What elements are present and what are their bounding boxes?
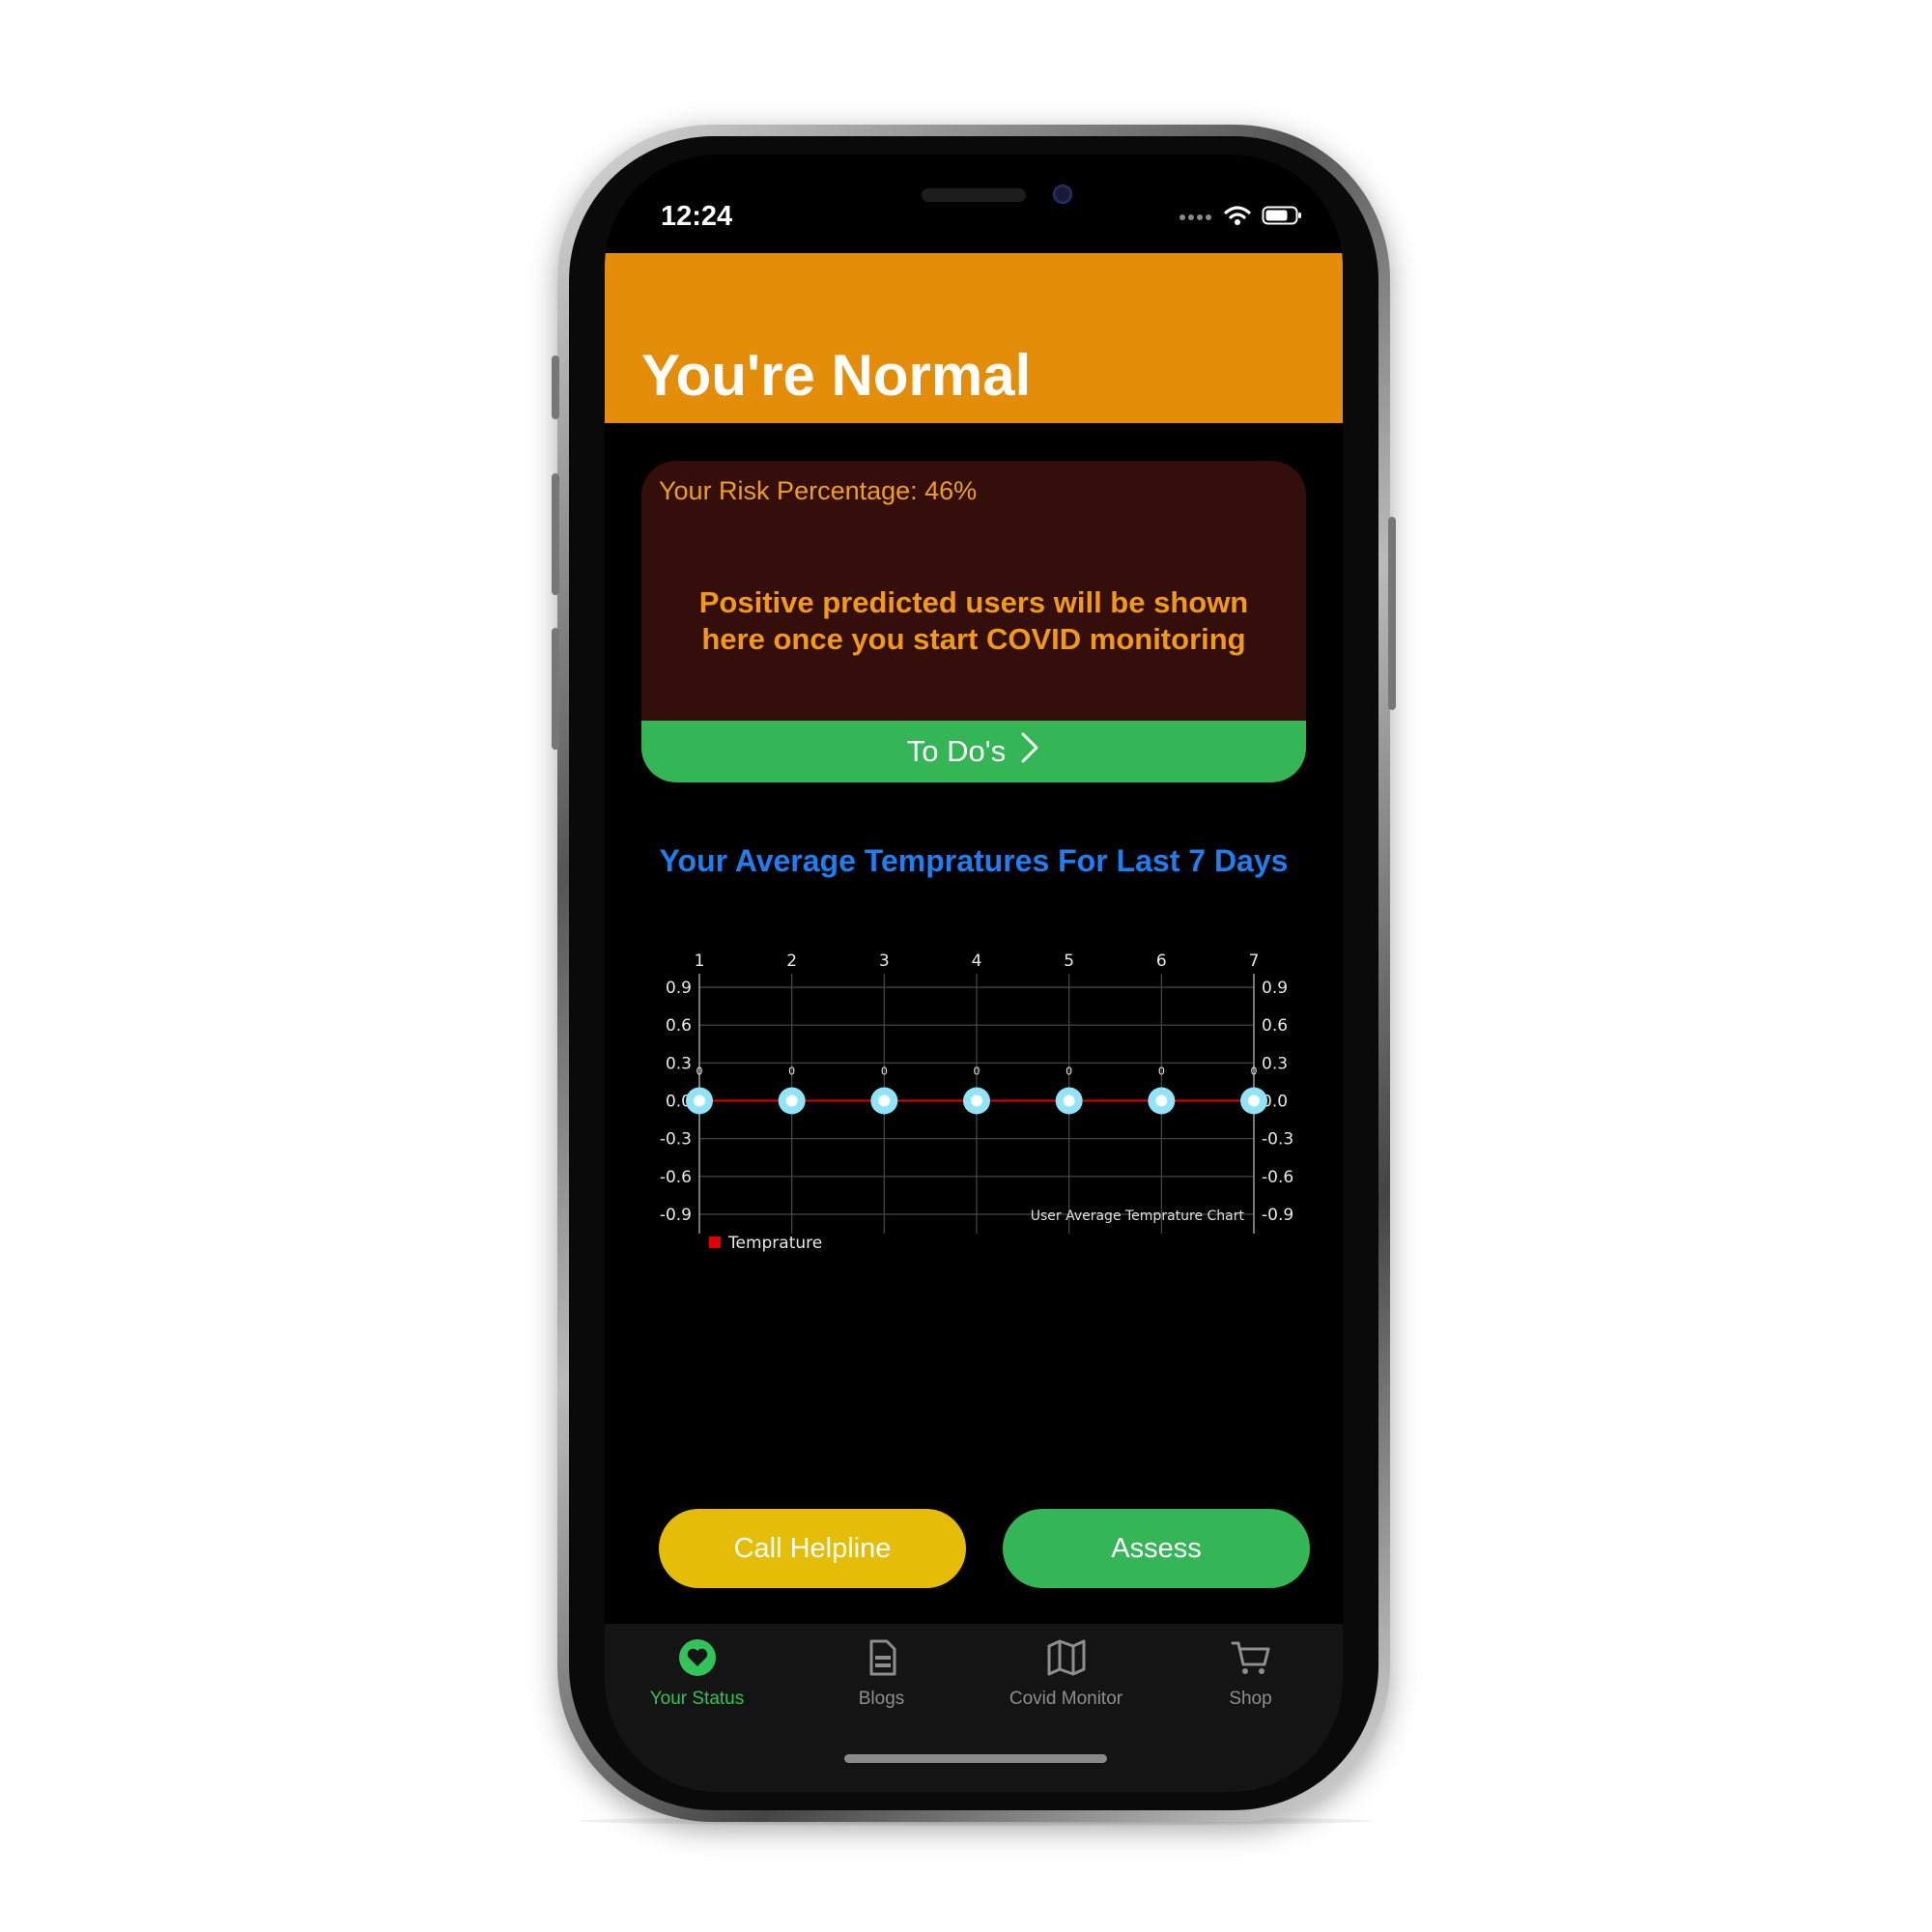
y-tick-label-right: -0.6 [1262,1168,1293,1187]
y-tick-label-left: 0.9 [666,979,692,998]
y-tick-label-left: 0.3 [666,1054,692,1073]
data-point-center [878,1094,891,1107]
document-icon [863,1639,901,1682]
x-tick-label: 1 [695,952,705,971]
data-label: 0 [1065,1065,1072,1078]
y-tick-label-right: 0.9 [1262,979,1288,998]
tab-label: Your Status [649,1689,745,1709]
cart-icon [1231,1641,1271,1682]
tab-shop[interactable]: Shop [1158,1638,1343,1710]
app-screen: 12:24 You're Normal Your Risk Percentage… [605,155,1343,1792]
data-point-center [1063,1094,1075,1107]
tab-bar: Your Status Blogs Covid Monitor Shop [605,1624,1343,1792]
x-tick-label: 7 [1249,952,1260,971]
y-tick-label-right: -0.3 [1262,1130,1293,1150]
home-indicator[interactable] [844,1754,1107,1763]
tab-label: Blogs [858,1689,905,1709]
volume-down-button [552,628,559,750]
data-label: 0 [696,1065,703,1078]
heart-icon [678,1639,717,1682]
x-tick-label: 3 [879,952,890,971]
x-tick-label: 4 [972,952,982,971]
data-point-center [971,1094,982,1107]
data-point-center [785,1094,798,1107]
data-label: 0 [1251,1065,1258,1078]
y-tick-label-left: -0.9 [660,1206,692,1225]
data-label: 0 [1158,1065,1165,1078]
map-icon [1046,1639,1087,1682]
legend-label: Temprature [727,1234,822,1253]
y-tick-label-right: 0.3 [1262,1054,1288,1073]
tab-your-status[interactable]: Your Status [605,1638,789,1710]
y-tick-label-right: 0.6 [1262,1016,1288,1036]
tab-covid-monitor[interactable]: Covid Monitor [974,1638,1158,1710]
chart-description: User Average Temprature Chart [1031,1208,1245,1224]
volume-up-button [552,473,559,595]
data-point-center [694,1094,705,1107]
y-tick-label-left: 0.6 [666,1016,692,1036]
legend-swatch [709,1236,721,1248]
tab-label: Shop [1229,1689,1272,1709]
x-tick-label: 5 [1064,952,1074,971]
data-point-center [1155,1094,1168,1107]
data-label: 0 [881,1065,888,1078]
silent-switch [552,355,559,419]
temperature-chart: 1 2 3 4 5 6 70.9 0.90.6 0.60.3 0.30.0 0.0-0.3 -0.3-… [660,952,1293,1253]
data-label: 0 [974,1065,980,1078]
data-point-center [1248,1094,1260,1107]
data-label: 0 [788,1065,795,1078]
tab-label: Covid Monitor [1009,1689,1123,1709]
y-tick-label-left: -0.6 [660,1168,692,1187]
tab-blogs[interactable]: Blogs [789,1638,974,1710]
y-tick-label-left: -0.3 [660,1130,692,1150]
x-tick-label: 6 [1156,952,1167,971]
assess-button[interactable]: Assess [1003,1509,1310,1588]
call-helpline-button[interactable]: Call Helpline [659,1509,966,1588]
y-tick-label-right: -0.9 [1262,1206,1293,1225]
x-tick-label: 2 [786,952,797,971]
power-button [1388,517,1396,710]
